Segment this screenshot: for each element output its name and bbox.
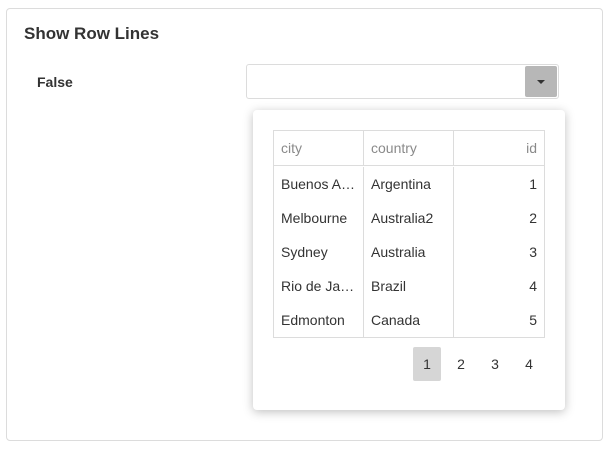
cell-id: 2: [529, 210, 537, 226]
table-row[interactable]: Sydney Australia 3: [274, 235, 544, 269]
column-header-country[interactable]: country: [364, 131, 454, 165]
page-button-3[interactable]: 3: [481, 347, 509, 381]
column-header-id[interactable]: id: [454, 131, 544, 165]
column-header-city[interactable]: city: [274, 131, 364, 165]
cell-country: Canada: [364, 303, 454, 337]
dropdown-field[interactable]: [246, 64, 559, 99]
cell-city: Edmonton: [274, 303, 364, 337]
cell-country: Brazil: [364, 269, 454, 303]
dropdown-popup: city country id Buenos Aires Argentina 1…: [253, 110, 565, 410]
table-row[interactable]: Edmonton Canada 5: [274, 303, 544, 337]
page-button-1[interactable]: 1: [413, 347, 441, 381]
cell-country: Argentina: [364, 167, 454, 201]
dropdown-toggle-button[interactable]: [525, 66, 557, 97]
cell-id: 5: [529, 312, 537, 328]
card-title: Show Row Lines: [24, 24, 160, 43]
cell-id: 1: [529, 176, 537, 192]
cell-city: Buenos Aires: [274, 167, 364, 201]
data-grid: city country id Buenos Aires Argentina 1…: [273, 130, 545, 338]
table-row[interactable]: Rio de Janeiro Brazil 4: [274, 269, 544, 303]
grid-body: Buenos Aires Argentina 1 Melbourne Austr…: [274, 166, 544, 337]
pager: 1 2 3 4: [413, 347, 543, 381]
cell-city: Sydney: [274, 235, 364, 269]
page-button-4[interactable]: 4: [515, 347, 543, 381]
cell-country: Australia: [364, 235, 454, 269]
grid-header: city country id: [274, 131, 544, 166]
show-row-lines-value-label: False: [37, 74, 73, 90]
cell-id: 3: [529, 244, 537, 260]
cell-city: Rio de Janeiro: [274, 269, 364, 303]
chevron-down-icon: [537, 79, 545, 84]
cell-id: 4: [529, 278, 537, 294]
table-row[interactable]: Buenos Aires Argentina 1: [274, 167, 544, 201]
cell-city: Melbourne: [274, 201, 364, 235]
page-button-2[interactable]: 2: [447, 347, 475, 381]
table-row[interactable]: Melbourne Australia2 2: [274, 201, 544, 235]
cell-country: Australia2: [364, 201, 454, 235]
